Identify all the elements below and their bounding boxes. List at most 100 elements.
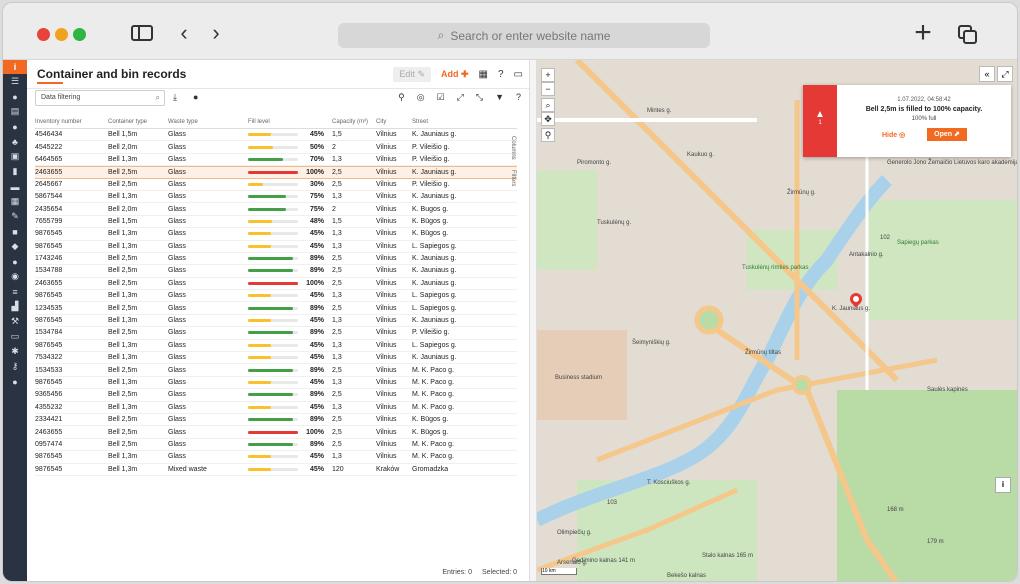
help-icon[interactable]: ? <box>516 92 521 103</box>
filter-icon[interactable]: ▼ <box>495 92 504 103</box>
map-view[interactable]: + − ⌕ ✥ ⚲ « ⤢ Mintes g. Piromonto g. Kauku… <box>537 60 1017 581</box>
table-row[interactable]: 6464565 Bell 1,3m Glass 70% 1,3 Vilnius P. Vil… <box>35 154 517 167</box>
download-icon[interactable]: ⤓ <box>173 92 177 103</box>
table-row[interactable]: 9876545 Bell 1,3m Glass 45% 1,3 Vilnius L. Sap… <box>35 290 517 303</box>
table-row[interactable]: 9876545 Bell 1,3m Glass 45% 1,3 Vilnius K. Būg… <box>35 228 517 241</box>
table-row[interactable]: 4355232 Bell 1,3m Glass 45% 1,3 Vilnius M. K. … <box>35 402 517 414</box>
column-header[interactable]: Container type <box>108 119 168 125</box>
tab-overview-icon[interactable] <box>955 21 979 45</box>
users-icon[interactable]: ♣ <box>3 134 27 149</box>
hide-eye-icon[interactable]: ◎ <box>417 92 425 103</box>
column-header[interactable]: City <box>376 119 412 125</box>
checkbox-icon[interactable]: ☑ <box>437 92 445 103</box>
table-row[interactable]: 2645667 Bell 2,5m Glass 30% 2,5 Vilnius P. Vil… <box>35 179 517 191</box>
column-header[interactable]: Street <box>412 119 502 125</box>
collapse-icon[interactable]: ⤡ <box>476 92 483 103</box>
table-row[interactable]: 2463655 Bell 2,5m Glass 100% 2,5 Vilnius K. Bū… <box>35 426 517 439</box>
sliders-icon[interactable]: ≡ <box>3 284 27 299</box>
table-row[interactable]: 2463655 Bell 2,5m Glass 100% 2,5 Vilnius K. Ja… <box>35 278 517 291</box>
chat-icon[interactable]: ● <box>3 254 27 269</box>
zoom-in-button[interactable]: + <box>541 68 555 82</box>
card-icon[interactable]: ▭ <box>3 329 27 344</box>
fill-percent: 89% <box>309 329 324 337</box>
globe-icon[interactable]: ● <box>3 89 27 104</box>
table-row[interactable]: 7655799 Bell 1,5m Glass 48% 1,5 Vilnius K. Būg… <box>35 216 517 229</box>
video-icon[interactable]: ■ <box>3 224 27 239</box>
table-row[interactable]: 9876545 Bell 1,3m Glass 45% 1,3 Vilnius L. Sap… <box>35 340 517 353</box>
url-bar[interactable]: ⌕ Search or enter website name <box>338 23 710 48</box>
waste-type: Glass <box>168 267 186 275</box>
hide-button[interactable]: Hide ◎ <box>882 131 905 139</box>
map-info-icon[interactable]: i <box>995 477 1011 493</box>
minimize-window-button[interactable] <box>55 28 68 41</box>
table-row[interactable]: 2334421 Bell 2,5m Glass 89% 2,5 Vilnius K. Būg… <box>35 414 517 427</box>
table-row[interactable]: 5867544 Bell 1,3m Glass 75% 1,3 Vilnius K. Jau… <box>35 191 517 204</box>
sidebar-toggle-icon[interactable] <box>129 21 155 45</box>
table-row[interactable]: 4545222 Bell 2,0m Glass 50% 2 Vilnius P. Vilei… <box>35 141 517 154</box>
search-icon[interactable]: ⌕ <box>156 91 160 105</box>
wrench-icon[interactable]: ✎ <box>3 209 27 224</box>
calendar-icon[interactable]: ▦ <box>3 194 27 209</box>
filter-input[interactable]: Data filtering ⌕ <box>35 90 165 106</box>
compass-icon[interactable]: ◉ <box>3 269 27 284</box>
filters-tab[interactable]: Filters <box>510 170 516 186</box>
close-window-button[interactable] <box>37 28 50 41</box>
hammer-icon[interactable]: ⚒ <box>3 314 27 329</box>
inbox-icon[interactable]: ▬ <box>3 179 27 194</box>
columns-tab[interactable]: Columns <box>510 136 516 160</box>
inventory-number: 5867544 <box>35 193 63 201</box>
map-icon[interactable]: ▦ <box>479 69 488 80</box>
column-header[interactable]: Inventory number <box>35 119 108 125</box>
info-icon[interactable]: ● <box>3 119 27 134</box>
collapse-map-icon[interactable]: « <box>979 66 995 82</box>
column-header[interactable]: Capacity (m³) <box>332 119 376 125</box>
column-header[interactable]: Fill level <box>248 119 332 125</box>
document-icon[interactable]: ▤ <box>3 104 27 119</box>
copy-icon[interactable]: ▣ <box>3 149 27 164</box>
add-button[interactable]: Add ✚ <box>441 69 469 80</box>
key-icon[interactable]: ⚷ <box>3 359 27 374</box>
location-pin-icon[interactable]: ⚲ <box>398 92 405 103</box>
table-row[interactable]: 7534322 Bell 1,3m Glass 45% 1,3 Vilnius K. Jau… <box>35 352 517 365</box>
new-tab-plus-icon[interactable]: + <box>910 16 936 49</box>
expand-icon[interactable]: ⤢ <box>457 92 464 103</box>
settings-icon[interactable]: ✱ <box>3 344 27 359</box>
back-arrow-icon[interactable]: ‹ <box>175 20 193 45</box>
fullscreen-icon[interactable]: ⤢ <box>997 66 1013 82</box>
panel-splitter[interactable] <box>529 60 537 581</box>
column-header[interactable]: Waste type <box>168 119 248 125</box>
forward-arrow-icon[interactable]: › <box>207 20 225 45</box>
table-row[interactable]: 9365456 Bell 2,5m Glass 89% 2,5 Vilnius M. K. … <box>35 389 517 402</box>
table-row[interactable]: 2463655 Bell 2,5m Glass 100% 2,5 Vilnius K. Ja… <box>35 166 517 179</box>
help-icon[interactable]: ? <box>498 69 504 80</box>
table-row[interactable]: 1534533 Bell 2,5m Glass 89% 2,5 Vilnius M. K. … <box>35 364 517 377</box>
table-row[interactable]: 9876545 Bell 1,3m Glass 45% 1,3 Vilnius M. K. … <box>35 377 517 390</box>
app-logo-icon[interactable]: i <box>3 60 27 74</box>
table-row[interactable]: 9876545 Bell 1,3m Glass 45% 1,3 Vilnius M. K. … <box>35 451 517 464</box>
capacity: 1,3 <box>332 341 342 349</box>
table-row[interactable]: 1743246 Bell 2,5m Glass 89% 2,5 Vilnius K. Jau… <box>35 253 517 266</box>
list-icon[interactable]: ☰ <box>3 74 27 89</box>
chart-icon[interactable]: ▟ <box>3 299 27 314</box>
pin-icon[interactable]: ⚲ <box>541 128 555 142</box>
zoom-out-button[interactable]: − <box>541 82 555 96</box>
tag-icon[interactable]: ◆ <box>3 239 27 254</box>
table-row[interactable]: 2435654 Bell 2,0m Glass 75% 2 Vilnius K. Bugos… <box>35 203 517 216</box>
table-row[interactable]: 9876545 Bell 1,3m Glass 45% 1,3 Vilnius K. Jau… <box>35 315 517 328</box>
map-search-icon[interactable]: ⌕ <box>541 98 555 112</box>
maximize-window-button[interactable] <box>73 28 86 41</box>
table-row[interactable]: 0957474 Bell 2,5m Glass 89% 2,5 Vilnius M. K. … <box>35 439 517 452</box>
trash-icon[interactable]: ▮ <box>3 164 27 179</box>
table-row[interactable]: 9876545 Bell 1,3m Glass 45% 1,3 Vilnius L. Sap… <box>35 241 517 253</box>
table-row[interactable]: 1234535 Bell 2,5m Glass 89% 2,5 Vilnius L. Sap… <box>35 302 517 315</box>
window-icon[interactable]: ▭ <box>514 69 523 80</box>
table-row[interactable]: 1534784 Bell 2,5m Glass 89% 2,5 Vilnius P. Vil… <box>35 327 517 340</box>
table-row[interactable]: 4546434 Bell 1,5m Glass 45% 1,5 Vilnius K. Jau… <box>35 129 517 142</box>
locate-icon[interactable]: ✥ <box>541 112 555 126</box>
edit-button[interactable]: Edit ✎ <box>393 67 431 82</box>
person-icon[interactable]: ● <box>3 374 27 389</box>
table-row[interactable]: 9876545 Bell 1,3m Mixed waste 45% 120 Kraków G… <box>35 464 517 476</box>
info-icon[interactable]: ● <box>193 92 198 102</box>
open-button[interactable]: Open ⬈ <box>927 128 967 141</box>
table-row[interactable]: 1534788 Bell 2,5m Glass 89% 2,5 Vilnius K. Jau… <box>35 265 517 278</box>
